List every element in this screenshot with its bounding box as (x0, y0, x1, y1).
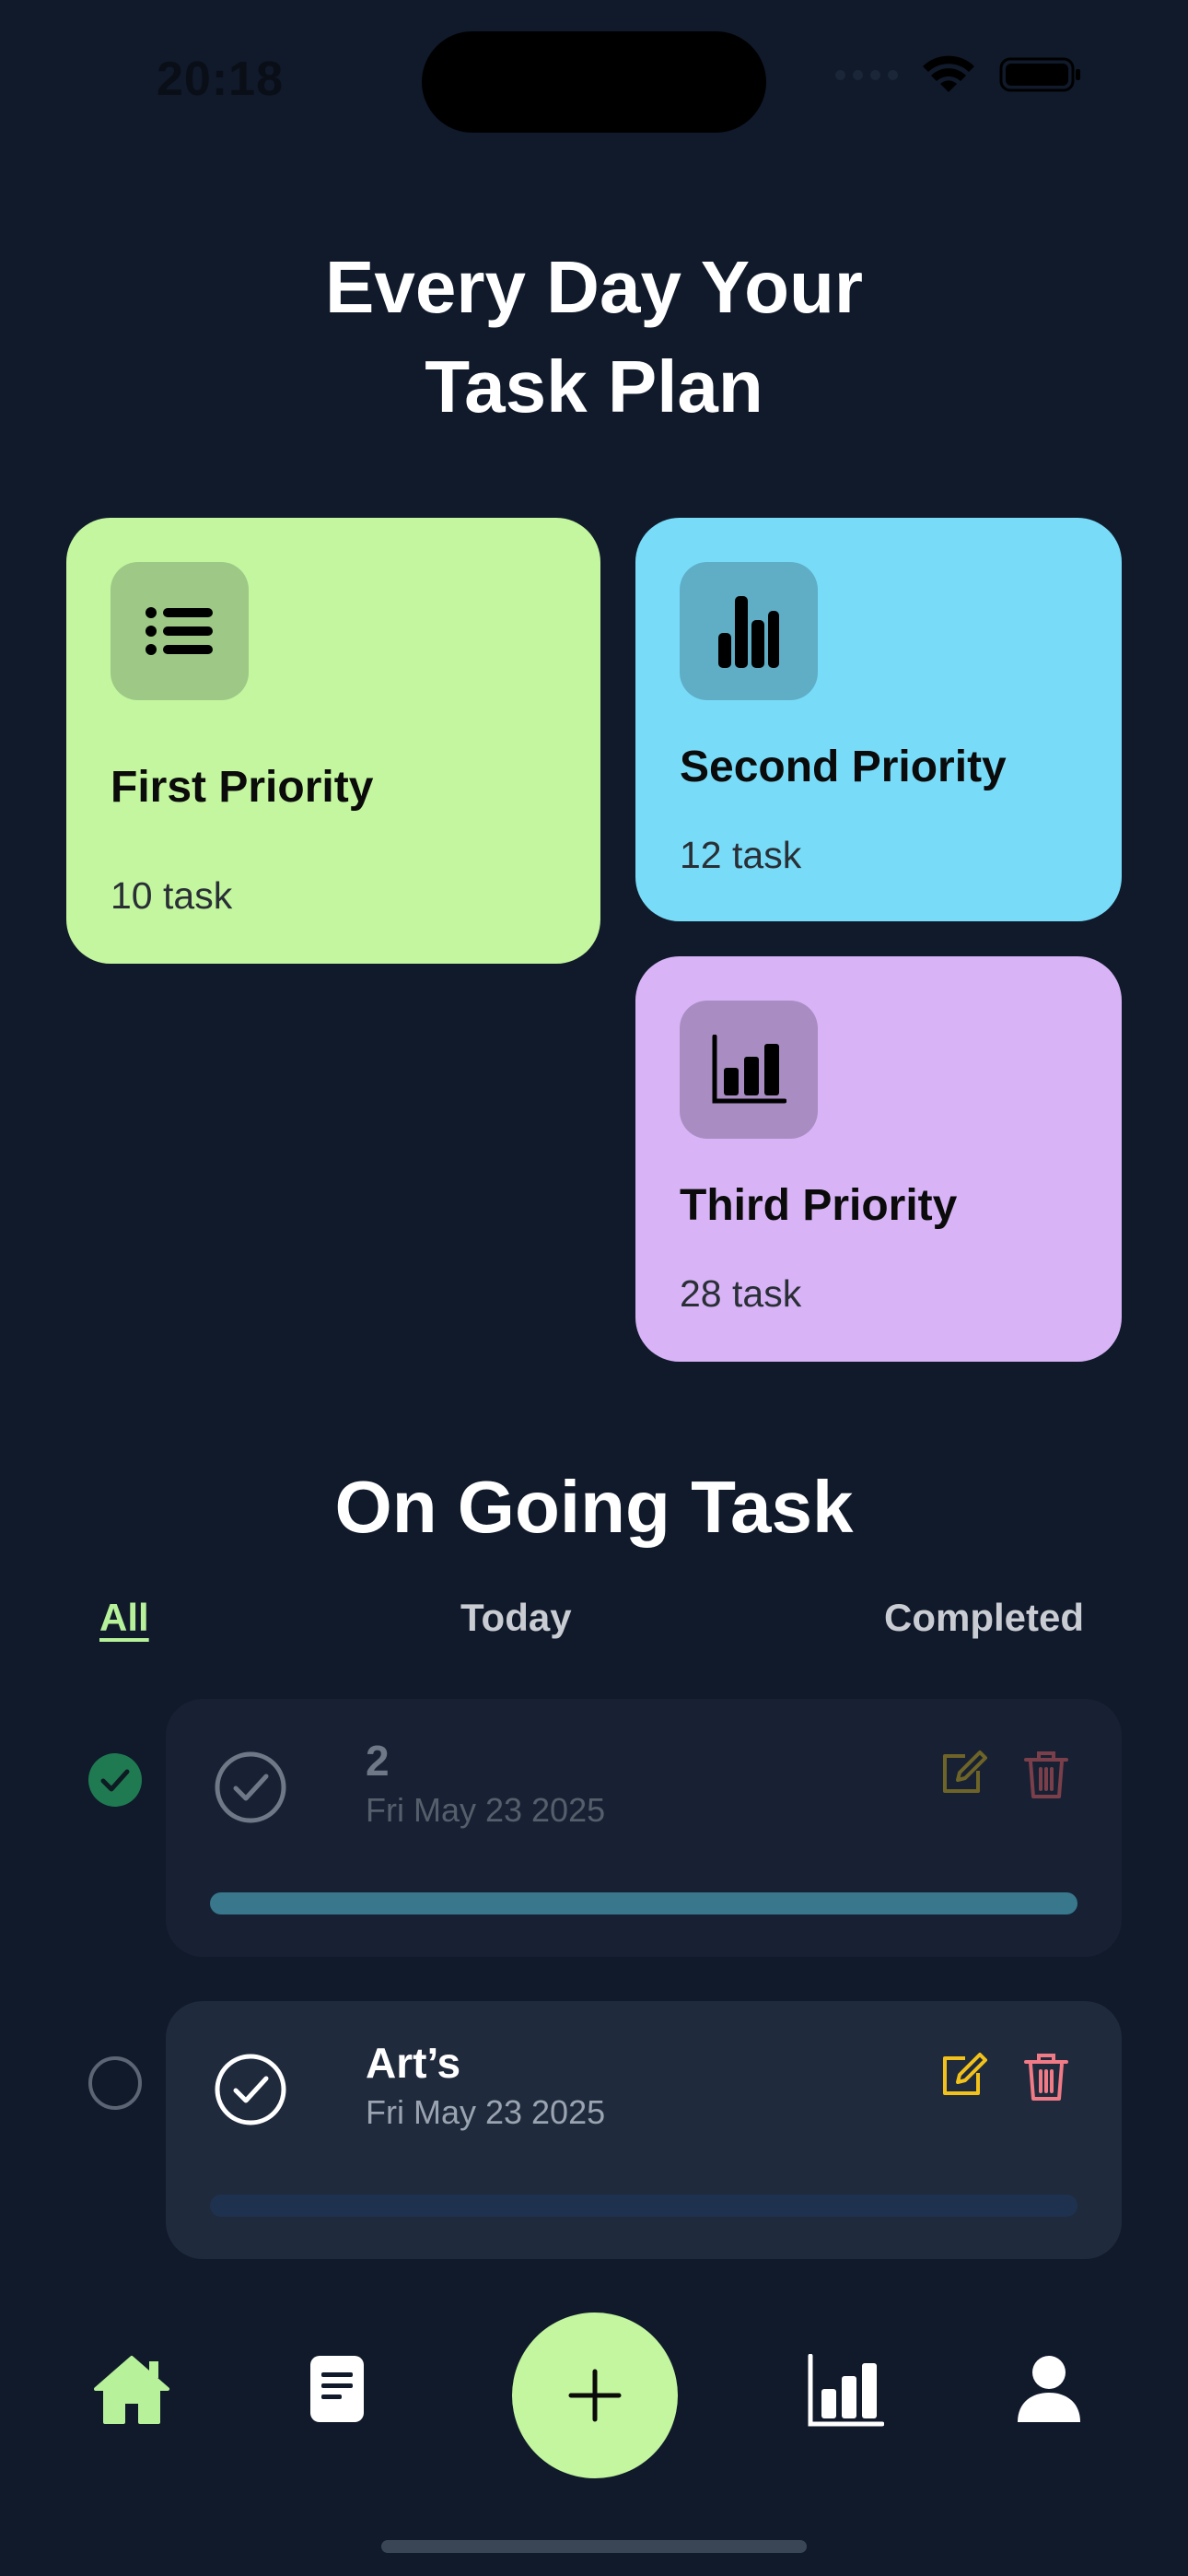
list-icon (146, 607, 213, 655)
check-circle-icon (215, 2054, 286, 2125)
wifi-icon (923, 55, 974, 92)
edit-icon[interactable] (938, 2051, 987, 2101)
priority-title: Third Priority (680, 1181, 958, 1230)
tab-completed[interactable]: Completed (884, 1596, 1084, 1640)
page-title-line1: Every Day Your (324, 246, 864, 328)
priority-count: 12 task (680, 834, 802, 876)
task-complete-checkbox[interactable] (88, 1753, 142, 1807)
add-icon (568, 2369, 622, 2422)
cellular-signal-icon (835, 69, 898, 80)
checked-circle-icon (88, 1753, 142, 1807)
priority-icon-box (680, 562, 818, 700)
home-icon (94, 2356, 169, 2424)
tab-all[interactable]: All (99, 1596, 149, 1640)
bar-chart-icon (718, 596, 779, 668)
stats-icon (808, 2354, 884, 2427)
document-icon (310, 2356, 364, 2422)
add-task-button[interactable] (512, 2313, 678, 2478)
task-progress-bar (210, 2195, 1077, 2217)
priority-count: 10 task (111, 874, 233, 917)
nav-documents[interactable] (309, 2354, 366, 2424)
task-progress-fill (210, 1892, 1077, 1914)
trash-icon[interactable] (1024, 2051, 1068, 2102)
section-title: On Going Task (334, 1466, 854, 1548)
battery-icon (999, 57, 1080, 92)
priority-title: Second Priority (680, 743, 1007, 791)
profile-icon (1018, 2356, 1080, 2422)
nav-profile[interactable] (1016, 2354, 1082, 2424)
priority-card-third[interactable]: Third Priority 28 task (635, 956, 1122, 1362)
priority-count: 28 task (680, 1272, 802, 1315)
priority-card-second[interactable]: Second Priority 12 task (635, 518, 1122, 921)
dynamic-island (422, 31, 766, 133)
page-title-line2: Task Plan (425, 345, 763, 427)
status-time: 20:18 (157, 53, 284, 106)
column-chart-icon (712, 1035, 786, 1104)
nav-stats[interactable] (807, 2354, 884, 2428)
task-name: Art’s (366, 2039, 461, 2087)
edit-icon[interactable] (938, 1749, 987, 1798)
task-name: 2 (366, 1737, 390, 1785)
status-icons (835, 55, 1082, 94)
nav-home[interactable] (92, 2354, 171, 2426)
priority-title: First Priority (111, 763, 374, 812)
task-date: Fri May 23 2025 (366, 2093, 606, 2131)
task-date: Fri May 23 2025 (366, 1791, 606, 1829)
task-card[interactable]: 2 Fri May 23 2025 (166, 1699, 1122, 1957)
tab-today[interactable]: Today (460, 1596, 572, 1640)
priority-card-first[interactable]: First Priority 10 task (66, 518, 600, 964)
trash-icon[interactable] (1024, 1749, 1068, 1800)
priority-icon-box (680, 1001, 818, 1139)
task-card[interactable]: Art’s Fri May 23 2025 (166, 2001, 1122, 2259)
priority-icon-box (111, 562, 249, 700)
page-title: Every Day Your Task Plan (0, 238, 1188, 437)
check-circle-icon (215, 1751, 286, 1823)
task-progress-bar (210, 1892, 1077, 1914)
home-indicator[interactable] (381, 2540, 807, 2553)
task-complete-checkbox[interactable] (88, 2056, 142, 2110)
